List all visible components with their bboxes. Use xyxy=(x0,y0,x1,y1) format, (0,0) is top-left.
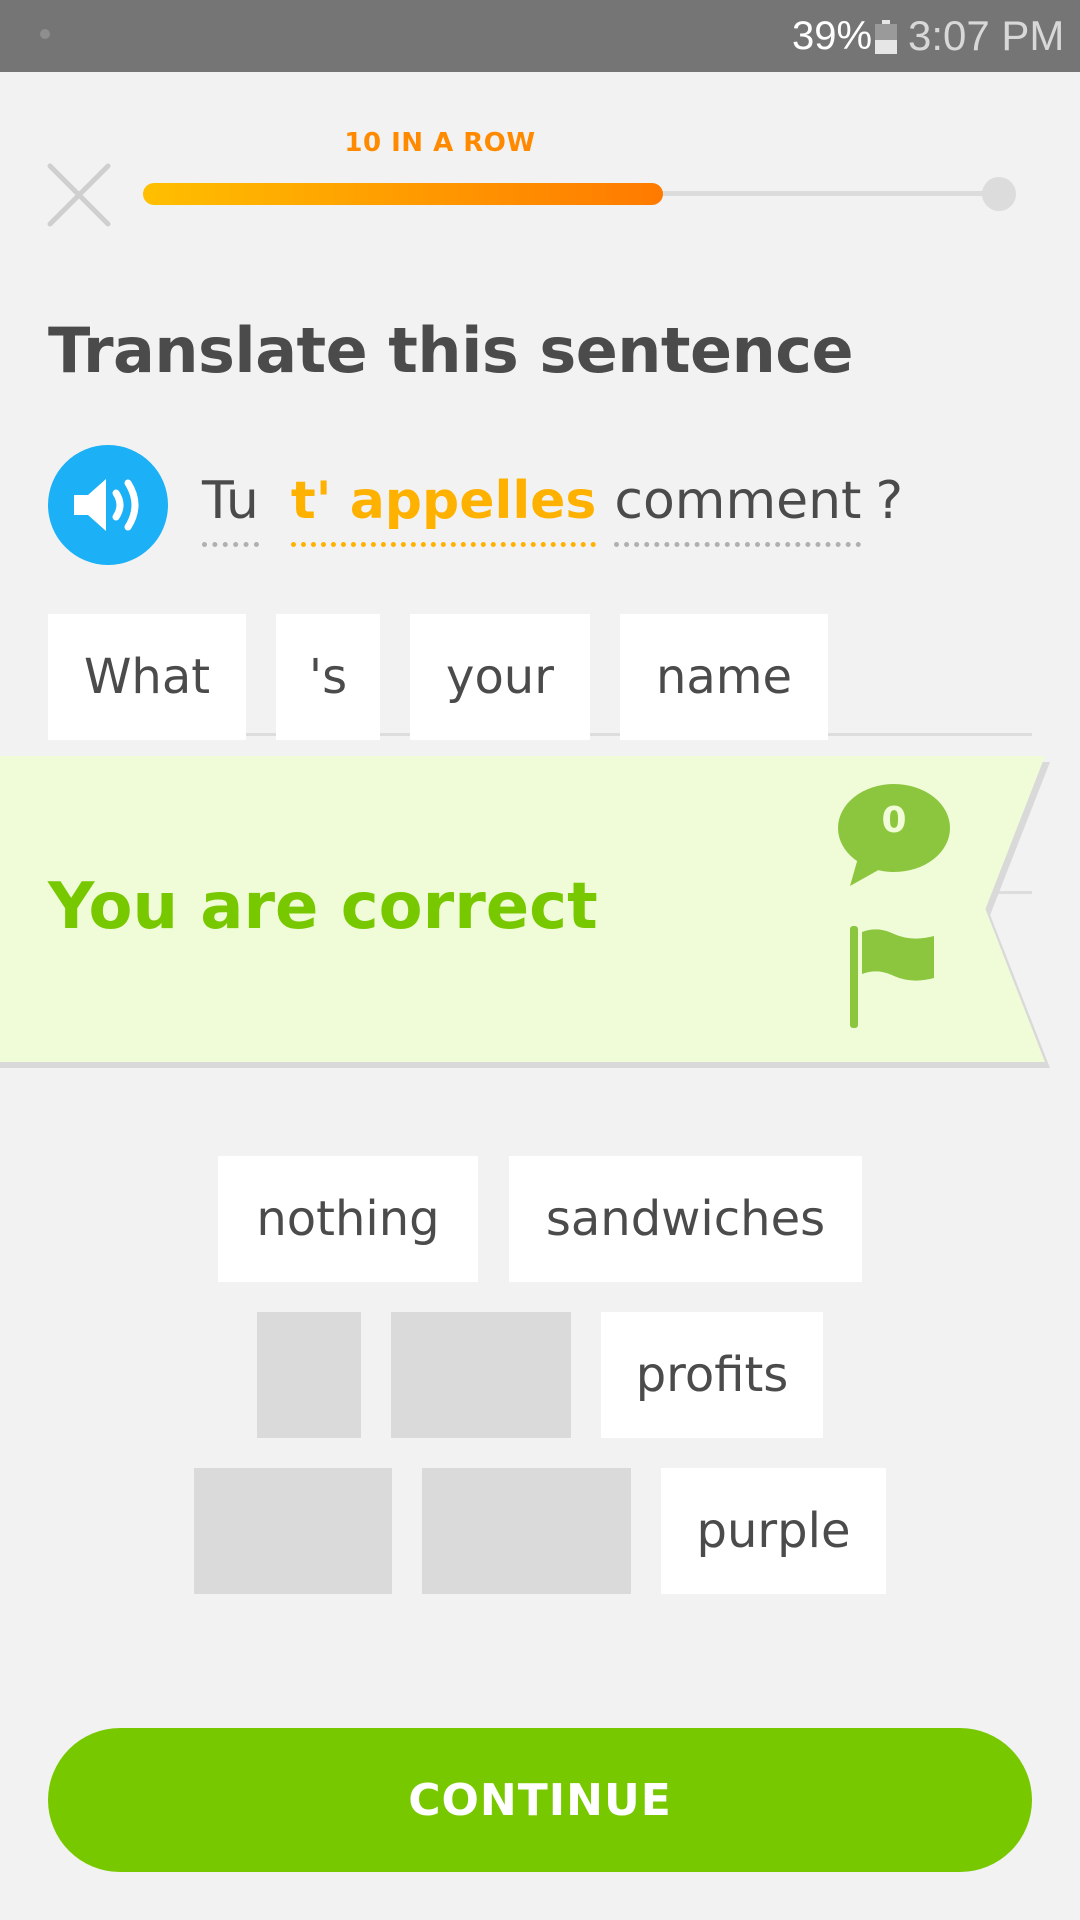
lesson-progress-bar xyxy=(143,177,1016,211)
progress-end-marker xyxy=(982,177,1016,211)
flag-icon xyxy=(850,926,934,1028)
sentence-word[interactable]: Tu xyxy=(202,466,259,547)
page-title: Translate this sentence xyxy=(48,314,854,387)
status-bar: 39% 3:07 PM xyxy=(0,0,1080,72)
word-bank-tile[interactable]: profits xyxy=(601,1312,823,1438)
sentence-word[interactable]: comment xyxy=(614,466,862,547)
battery-percent: 39% xyxy=(792,14,873,58)
sentence-word[interactable]: t' appelles xyxy=(290,466,597,547)
feedback-message: You are correct xyxy=(48,870,598,944)
progress-fill xyxy=(143,183,664,205)
word-bank-slot-used xyxy=(422,1468,631,1594)
continue-button[interactable]: CONTINUE xyxy=(48,1728,1032,1872)
word-bank-tile[interactable]: sandwiches xyxy=(509,1156,862,1282)
comment-count: 0 xyxy=(881,800,907,841)
battery-icon xyxy=(875,20,897,54)
answer-tile[interactable]: 's xyxy=(276,614,380,740)
discuss-button[interactable]: 0 xyxy=(836,782,952,892)
word-bank-tile[interactable]: purple xyxy=(661,1468,886,1594)
play-audio-button[interactable] xyxy=(48,445,168,565)
close-icon xyxy=(47,163,111,227)
streak-label: 10 IN A ROW xyxy=(344,128,536,158)
word-bank-slot-used xyxy=(257,1312,361,1438)
report-button[interactable] xyxy=(848,926,938,1028)
speaker-icon xyxy=(74,479,139,531)
word-bank-slot-used xyxy=(194,1468,392,1594)
answer-tile[interactable]: your xyxy=(410,614,590,740)
word-bank-tile[interactable]: nothing xyxy=(218,1156,478,1282)
close-button[interactable] xyxy=(44,160,114,230)
notification-dot xyxy=(40,29,50,39)
answer-tile[interactable]: name xyxy=(620,614,828,740)
word-bank-slot-used xyxy=(391,1312,571,1438)
clock: 3:07 PM xyxy=(908,12,1065,59)
sentence-punctuation: ? xyxy=(875,471,904,531)
source-sentence: Tu t' appelles comment? xyxy=(202,466,921,547)
answer-tile[interactable]: What xyxy=(48,614,246,740)
